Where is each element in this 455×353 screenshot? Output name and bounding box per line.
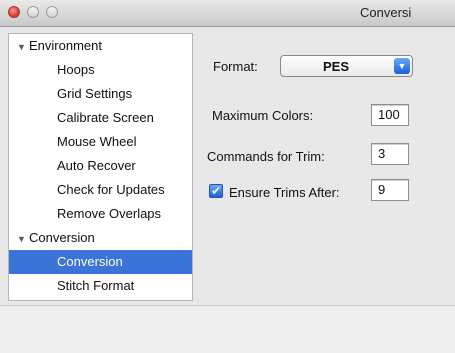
- disclosure-triangle-icon[interactable]: ▼: [17, 35, 29, 59]
- sidebar-item-calibrate-screen[interactable]: Calibrate Screen: [9, 106, 192, 130]
- sidebar-item-label: Calibrate Screen: [57, 110, 154, 125]
- minimize-button[interactable]: [27, 6, 39, 18]
- tree-group-label: Environment: [29, 38, 102, 53]
- sidebar-item-auto-recover[interactable]: Auto Recover: [9, 154, 192, 178]
- sidebar-item-label: Hoops: [57, 62, 95, 77]
- sidebar-item-grid-settings[interactable]: Grid Settings: [9, 82, 192, 106]
- commands-for-trim-label: Commands for Trim:: [207, 149, 325, 164]
- ensure-trims-label: Ensure Trims After:: [229, 185, 340, 200]
- zoom-button[interactable]: [46, 6, 58, 18]
- sidebar-item-label: Mouse Wheel: [57, 134, 137, 149]
- chevron-down-icon: ▼: [394, 58, 410, 74]
- ensure-trims-checkbox[interactable]: ✔: [209, 184, 223, 198]
- sidebar-item-label: Remove Overlaps: [57, 206, 162, 221]
- sidebar-item-remove-overlaps[interactable]: Remove Overlaps: [9, 202, 192, 226]
- sidebar-item-stitch-format[interactable]: Stitch Format: [9, 274, 192, 298]
- sidebar-tree: ▼ Environment Hoops Grid Settings Calibra…: [8, 33, 193, 301]
- sidebar-item-conversion[interactable]: Conversion: [9, 250, 192, 274]
- format-label: Format:: [213, 59, 258, 74]
- window-title: Conversi: [360, 5, 412, 20]
- tree-group-label: Conversion: [29, 230, 95, 245]
- sidebar-item-label: Conversion: [57, 254, 123, 269]
- tree-group-environment[interactable]: ▼ Environment: [9, 34, 192, 58]
- ensure-trims-field[interactable]: 9: [371, 179, 409, 201]
- sidebar-item-label: Grid Settings: [57, 86, 133, 101]
- check-icon: ✔: [210, 184, 222, 198]
- max-colors-field[interactable]: 100: [371, 104, 409, 126]
- sidebar-item-mouse-wheel[interactable]: Mouse Wheel: [9, 130, 192, 154]
- close-button[interactable]: [8, 6, 20, 18]
- sidebar-item-check-for-updates[interactable]: Check for Updates: [9, 178, 192, 202]
- max-colors-label: Maximum Colors:: [212, 108, 314, 123]
- format-select-value: PES: [322, 59, 349, 74]
- format-select[interactable]: PES ▼: [280, 55, 413, 77]
- sidebar-item-label: Auto Recover: [57, 158, 136, 173]
- bottom-bar: [0, 305, 455, 353]
- disclosure-triangle-icon[interactable]: ▼: [17, 227, 29, 251]
- commands-for-trim-field[interactable]: 3: [371, 143, 409, 165]
- sidebar-item-hoops[interactable]: Hoops: [9, 58, 192, 82]
- tree-group-conversion[interactable]: ▼ Conversion: [9, 226, 192, 250]
- title-bar: Conversi: [0, 0, 455, 27]
- sidebar-item-label: Stitch Format: [57, 278, 135, 293]
- sidebar-item-label: Check for Updates: [57, 182, 165, 197]
